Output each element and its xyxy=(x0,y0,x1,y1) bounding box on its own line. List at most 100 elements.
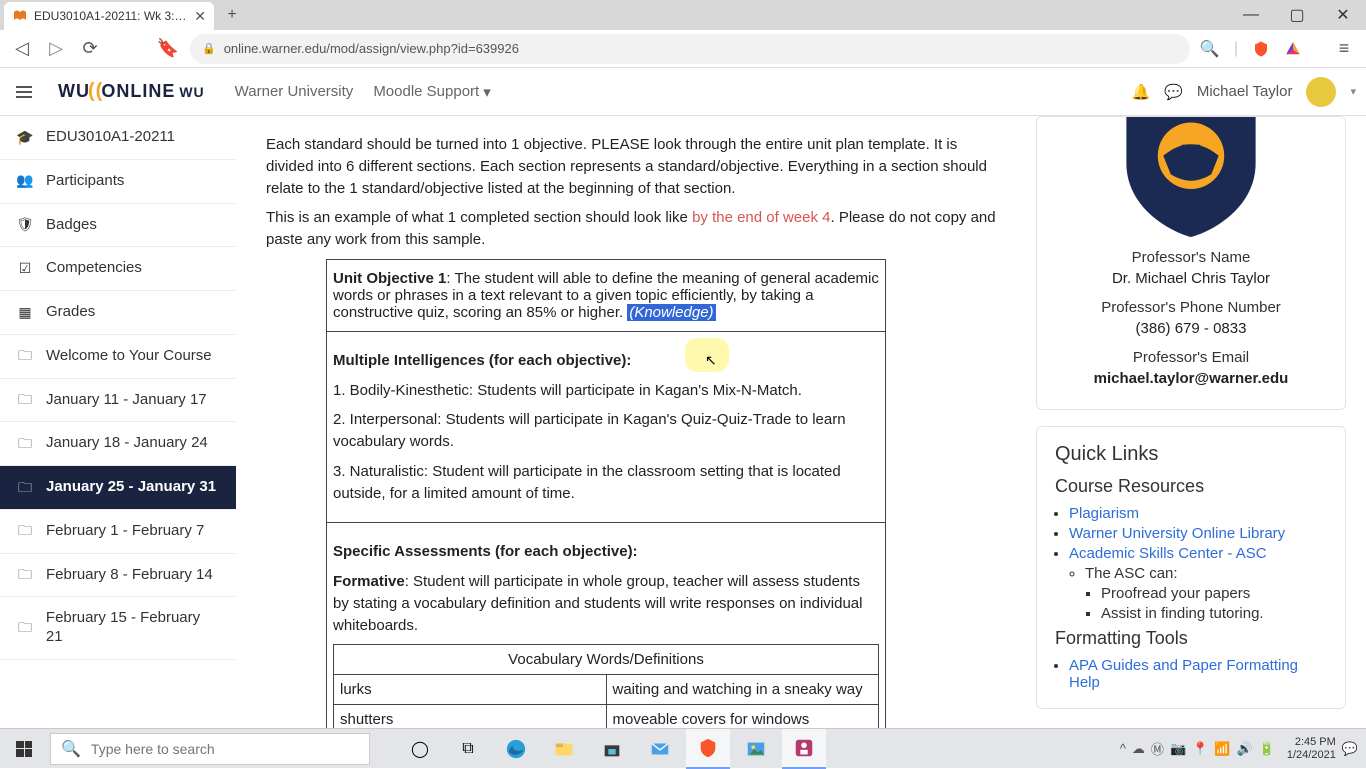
forward-button[interactable]: ▷ xyxy=(44,38,68,59)
tab-close-icon[interactable]: ✕ xyxy=(194,8,206,25)
brave-app-icon[interactable] xyxy=(686,729,730,769)
app-topbar: WU (( ONLINE WU Warner University Moodle… xyxy=(0,68,1366,116)
bookmark-icon[interactable]: 🔖 xyxy=(156,38,180,59)
knowledge-selection: (Knowledge) xyxy=(627,304,715,321)
photos-icon[interactable] xyxy=(734,729,778,769)
objective-cell: Unit Objective 1: The student will able … xyxy=(327,259,886,331)
vocab-word: shutters xyxy=(334,705,607,728)
start-button[interactable] xyxy=(0,729,48,769)
sample-link[interactable]: by the end of week 4 xyxy=(692,209,830,226)
recorder-icon[interactable] xyxy=(782,729,826,769)
address-bar[interactable]: 🔒 online.warner.edu/mod/assign/view.php?… xyxy=(190,34,1190,64)
site-logo[interactable]: WU (( ONLINE WU xyxy=(58,80,205,103)
clock[interactable]: 2:45 PM 1/24/2021 xyxy=(1287,736,1336,761)
user-name-label: Michael Taylor xyxy=(1197,83,1293,100)
brave-rewards-icon[interactable] xyxy=(1284,40,1302,58)
store-icon[interactable] xyxy=(590,729,634,769)
sidebar-item[interactable]: 🗀February 1 - February 7 xyxy=(0,510,236,554)
back-button[interactable]: ◁ xyxy=(10,38,34,59)
main-content[interactable]: ↖ Each standard should be turned into 1 … xyxy=(236,116,1026,728)
sidebar-item[interactable]: 🗀February 15 - February 21 xyxy=(0,597,236,660)
camera-priv-icon[interactable]: 📍 xyxy=(1192,741,1208,757)
sidebar-item[interactable]: ▦Grades xyxy=(0,291,236,335)
close-window-button[interactable]: ✕ xyxy=(1320,0,1366,30)
tab-title: EDU3010A1-20211: Wk 3: Unit Pla… xyxy=(34,9,188,23)
wifi-icon[interactable]: 📶 xyxy=(1214,741,1230,757)
os-search-input[interactable] xyxy=(91,741,359,757)
vocab-heading: Vocabulary Words/Definitions xyxy=(334,645,879,675)
notifications-icon[interactable]: 🔔 xyxy=(1131,83,1150,101)
clock-time: 2:45 PM xyxy=(1287,736,1336,749)
task-view-icon[interactable]: ⧉ xyxy=(446,729,490,769)
user-area: 🔔 💬 Michael Taylor ▾ xyxy=(1131,77,1356,107)
link-plagiarism[interactable]: Plagiarism xyxy=(1069,505,1139,522)
formative-label: Formative xyxy=(333,573,405,590)
minimize-button[interactable]: — xyxy=(1228,0,1274,30)
search-icon: 🔍 xyxy=(61,739,81,759)
os-search-box[interactable]: 🔍 xyxy=(50,733,370,765)
sidebar-item[interactable]: ☑Competencies xyxy=(0,247,236,291)
sidebar-item[interactable]: 🗀 January 18 - January 24 xyxy=(0,422,236,466)
objective-label: Unit Objective 1 xyxy=(333,270,446,287)
taskbar-apps: ◯ ⧉ xyxy=(398,729,826,769)
edge-icon[interactable] xyxy=(494,729,538,769)
formative-text: : Student will participate in whole grou… xyxy=(333,573,862,634)
zoom-icon[interactable]: 🔍 xyxy=(1200,39,1220,59)
hamburger-menu[interactable] xyxy=(0,68,48,116)
sidebar: 🎓EDU3010A1-20211👥Participants🛡Badges☑Com… xyxy=(0,116,236,728)
vocab-def: waiting and watching in a sneaky way xyxy=(606,675,879,705)
nav-moodle-support[interactable]: Moodle Support ▾ xyxy=(369,77,494,107)
sidebar-item[interactable]: 🎓EDU3010A1-20211 xyxy=(0,116,236,160)
sidebar-item-label: January 18 - January 24 xyxy=(46,434,208,453)
tray-expand-icon[interactable]: ^ xyxy=(1120,741,1126,756)
messages-icon[interactable]: 💬 xyxy=(1164,83,1183,101)
onedrive-icon[interactable]: ☁ xyxy=(1132,741,1145,757)
sidebar-item-icon: 🗀 xyxy=(16,347,34,365)
sidebar-item[interactable]: 🗀January 11 - January 17 xyxy=(0,379,236,423)
mcafee-icon[interactable]: Ⓜ xyxy=(1151,739,1164,758)
system-tray: ^ ☁ Ⓜ 📷 📍 📶 🔊 🔋 2:45 PM 1/24/2021 💬 xyxy=(1120,736,1366,761)
prof-phone-label: Professor's Phone Number xyxy=(1053,299,1329,316)
professor-card: Professor's Name Dr. Michael Chris Taylo… xyxy=(1036,116,1346,410)
sidebar-item-label: Participants xyxy=(46,172,124,191)
sidebar-item[interactable]: 🗀February 8 - February 14 xyxy=(0,554,236,598)
mi-item-2: 2. Interpersonal: Students will particip… xyxy=(333,409,879,453)
link-apa-guides[interactable]: APA Guides and Paper Formatting Help xyxy=(1069,657,1298,691)
asc-tutoring: Assist in finding tutoring. xyxy=(1101,605,1327,622)
user-menu-caret-icon[interactable]: ▾ xyxy=(1350,85,1356,98)
intro-para-1: Each standard should be turned into 1 ob… xyxy=(266,134,1000,199)
sidebar-item[interactable]: 👥Participants xyxy=(0,160,236,204)
action-center-icon[interactable]: 💬 xyxy=(1342,741,1358,757)
new-tab-button[interactable]: + xyxy=(220,3,244,27)
cortana-icon[interactable]: ◯ xyxy=(398,729,442,769)
formatting-heading: Formatting Tools xyxy=(1055,628,1327,649)
sidebar-item[interactable]: 🗀Welcome to Your Course xyxy=(0,335,236,379)
nav-warner-university[interactable]: Warner University xyxy=(231,77,358,107)
brave-shields-icon[interactable] xyxy=(1252,40,1270,58)
windows-logo-icon xyxy=(16,741,32,757)
browser-tab[interactable]: EDU3010A1-20211: Wk 3: Unit Pla… ✕ xyxy=(4,2,214,30)
avatar[interactable] xyxy=(1306,77,1336,107)
sidebar-item[interactable]: 🗀January 25 - January 31 xyxy=(0,466,236,510)
url-text: online.warner.edu/mod/assign/view.php?id… xyxy=(224,41,519,56)
link-asc[interactable]: Academic Skills Center - ASC xyxy=(1069,545,1267,562)
mail-icon[interactable] xyxy=(638,729,682,769)
mi-heading: Multiple Intelligences (for each objecti… xyxy=(333,352,631,369)
volume-icon[interactable]: 🔊 xyxy=(1237,741,1253,757)
caret-down-icon: ▾ xyxy=(483,83,491,101)
sidebar-item-label: January 11 - January 17 xyxy=(46,391,207,410)
sidebar-item-icon: 🗀 xyxy=(16,435,34,453)
meet-now-icon[interactable]: 📷 xyxy=(1170,741,1186,757)
specific-assessments-cell: Specific Assessments (for each objective… xyxy=(327,523,886,728)
link-library[interactable]: Warner University Online Library xyxy=(1069,525,1285,542)
battery-icon[interactable]: 🔋 xyxy=(1259,741,1275,757)
right-column: Professor's Name Dr. Michael Chris Taylo… xyxy=(1026,116,1366,728)
mi-item-1: 1. Bodily-Kinesthetic: Students will par… xyxy=(333,380,879,402)
reload-button[interactable]: ⟳ xyxy=(78,38,102,59)
sidebar-item[interactable]: 🛡Badges xyxy=(0,204,236,248)
sidebar-item-icon: 🗀 xyxy=(16,619,34,637)
settings-menu-icon[interactable]: ≡ xyxy=(1332,38,1356,59)
explorer-icon[interactable] xyxy=(542,729,586,769)
sidebar-item-icon: ☑ xyxy=(16,260,34,278)
maximize-button[interactable]: ▢ xyxy=(1274,0,1320,30)
